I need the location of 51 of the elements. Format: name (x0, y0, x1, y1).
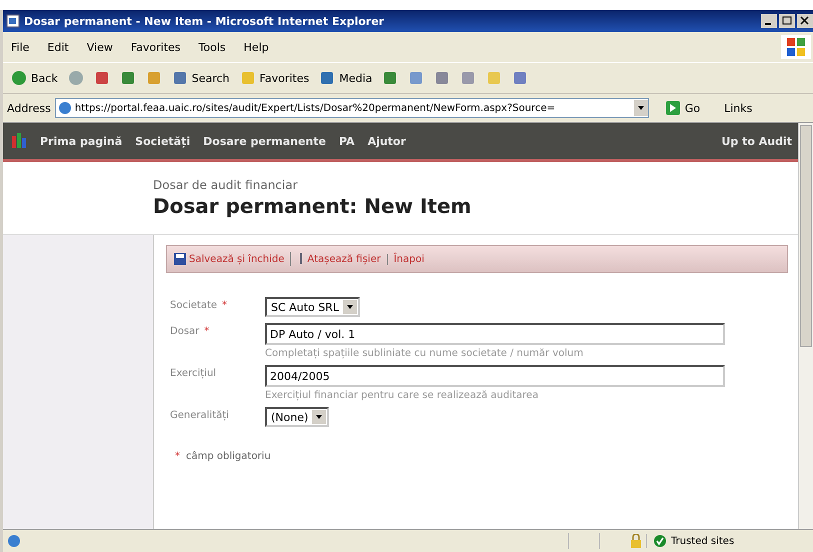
nav-link[interactable]: Dosare permanente (203, 134, 326, 148)
field-label: Societate (170, 300, 218, 311)
links-label[interactable]: Links (724, 102, 752, 114)
field-label: Generalități (170, 410, 229, 421)
up-link[interactable]: Up to Audit (721, 134, 792, 148)
required-marker: * (204, 326, 210, 337)
menu-item[interactable]: File (11, 40, 30, 54)
page-icon (7, 534, 21, 548)
nav-link[interactable]: Ajutor (368, 134, 406, 148)
close-button[interactable] (797, 14, 813, 28)
field-label: Exercițiul (170, 368, 216, 379)
menu-item[interactable]: View (86, 40, 113, 54)
field-hint: Exercițiul financiar pentru care se realizează auditarea (265, 390, 540, 401)
minimize-button[interactable] (761, 14, 777, 28)
dropdown[interactable]: SC Auto SRL (265, 297, 360, 317)
field-label: Dosar (170, 326, 200, 337)
text-field[interactable]: 2004/2005 (265, 365, 725, 387)
check-icon (653, 534, 667, 548)
page-title: Dosar permanent: New Item (153, 194, 472, 218)
site-logo-icon (11, 132, 27, 150)
dropdown[interactable]: (None) (265, 407, 330, 427)
lock-icon (630, 534, 642, 548)
back-link[interactable]: Înapoi (386, 254, 424, 264)
menu-item[interactable]: Tools (198, 40, 226, 54)
back-button[interactable]: Back (9, 69, 60, 87)
nav-link[interactable]: Prima pagină (40, 134, 122, 148)
maximize-button[interactable] (779, 14, 795, 28)
window-title: Dosar permanent - New Item - Microsoft Internet Explorer (24, 14, 384, 28)
go-button[interactable]: Go (658, 99, 706, 117)
address-field[interactable]: https://portal.feaa.uaic.ro/sites/audit/Expert/Lists/Dosar%20permanent/NewForm.aspx?Source= (54, 98, 649, 118)
security-zone: Trusted sites (671, 536, 734, 546)
favorites-button[interactable]: Favorites (238, 69, 312, 87)
nav-link[interactable]: Societăți (135, 134, 190, 148)
page-subtitle: Dosar de audit financiar (153, 178, 299, 192)
required-marker: * (222, 300, 228, 311)
globe-icon (58, 101, 72, 115)
menu-item[interactable]: Edit (47, 40, 69, 54)
required-note: câmp obligatoriu (186, 451, 271, 462)
menu-item[interactable]: Favorites (130, 40, 181, 54)
text-field[interactable]: DP Auto / vol. 1 (265, 323, 725, 345)
nav-link[interactable]: PA (338, 134, 355, 148)
required-marker: * (175, 451, 180, 462)
address-label: Address (7, 102, 51, 114)
attach-link[interactable]: Atașează fișier (290, 252, 381, 266)
search-button[interactable]: Search (170, 69, 232, 87)
field-hint: Completați spațiile subliniate cu nume societate / număr volum (265, 348, 584, 359)
page-icon (6, 14, 20, 28)
save-link[interactable]: Salvează și închide (173, 252, 284, 266)
media-button[interactable]: Media (317, 69, 374, 87)
scrollbar[interactable] (798, 123, 813, 529)
menu-item[interactable]: Help (244, 40, 269, 54)
